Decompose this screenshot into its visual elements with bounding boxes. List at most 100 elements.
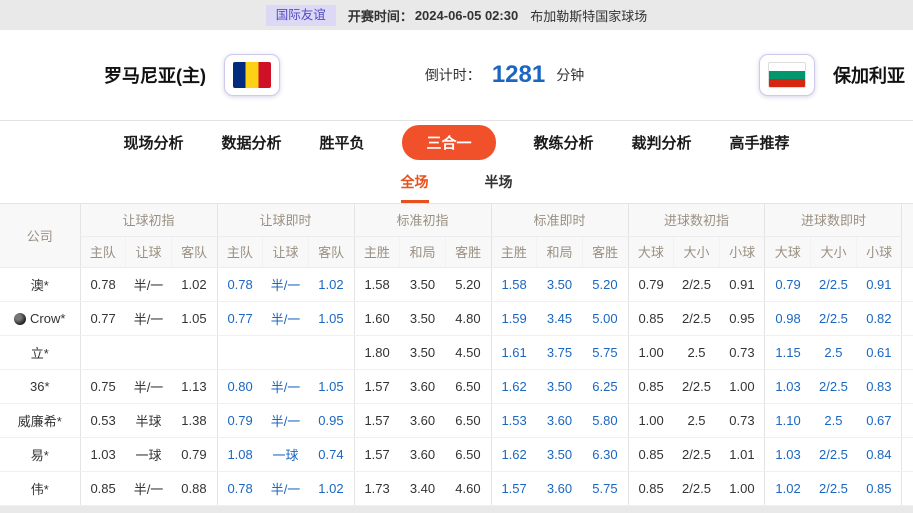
odds-cell: 1.02 <box>308 471 354 505</box>
odds-cell: 2/2.5 <box>674 267 720 301</box>
odds-cell: 0.91 <box>856 267 902 301</box>
odds-cell: 1.59 <box>491 301 537 335</box>
odds-cell: 半/一 <box>126 301 172 335</box>
sub-tab-2[interactable]: 半场 <box>485 164 513 203</box>
odds-cell: 0.88 <box>171 471 217 505</box>
nav-tab-4[interactable]: 三合一 <box>402 125 495 160</box>
odds-cell: 3.60 <box>537 403 583 437</box>
company-name[interactable]: 伟* <box>0 471 80 505</box>
company-name[interactable]: 威廉希* <box>0 403 80 437</box>
odds-cell: 1.00 <box>628 335 674 369</box>
odds-cell: 3.60 <box>400 437 446 471</box>
odds-cell: 1.03 <box>765 437 811 471</box>
col-group-goals-live: 进球数即时 <box>765 204 902 236</box>
odds-cell <box>263 335 309 369</box>
odds-cell: 半/一 <box>126 471 172 505</box>
odds-cell: 1.02 <box>308 267 354 301</box>
odds-cell: 1.62 <box>491 437 537 471</box>
odds-cell: 1.00 <box>719 369 765 403</box>
odds-cell: 半/一 <box>263 267 309 301</box>
company-name[interactable]: 澳* <box>0 267 80 301</box>
odds-cell: 0.79 <box>628 267 674 301</box>
table-row: 36*0.75半/一1.130.80半/一1.051.573.606.501.6… <box>0 369 913 403</box>
col-handicap-initial-2: 让球 <box>126 236 172 267</box>
odds-cell: 2.5 <box>811 403 857 437</box>
clipped-cell <box>902 335 913 369</box>
odds-cell: 1.15 <box>765 335 811 369</box>
odds-cell: 0.85 <box>856 471 902 505</box>
odds-cell: 0.85 <box>628 437 674 471</box>
company-name[interactable]: 36* <box>0 369 80 403</box>
col-group-europe-initial: 标准初指 <box>354 204 491 236</box>
odds-cell: 1.13 <box>171 369 217 403</box>
odds-cell: 1.08 <box>217 437 263 471</box>
col-goals-live-3: 小球 <box>856 236 902 267</box>
odds-cell: 3.45 <box>537 301 583 335</box>
col-group-goals-initial: 进球数初指 <box>628 204 765 236</box>
odds-cell: 1.57 <box>354 403 400 437</box>
header-cols-row: 主队让球客队主队让球客队主胜和局客胜主胜和局客胜大球大小小球大球大小小球 <box>0 236 913 267</box>
col-goals-live-2: 大小 <box>811 236 857 267</box>
kickoff-label: 开赛时间： <box>348 6 413 25</box>
odds-cell: 1.10 <box>765 403 811 437</box>
odds-cell <box>308 335 354 369</box>
table-row: Crow*0.77半/一1.050.77半/一1.051.603.504.801… <box>0 301 913 335</box>
col-handicap-initial-3: 客队 <box>171 236 217 267</box>
odds-cell: 3.75 <box>537 335 583 369</box>
odds-cell: 2/2.5 <box>674 301 720 335</box>
odds-cell: 0.95 <box>308 403 354 437</box>
bottom-strip <box>0 506 913 513</box>
odds-cell: 6.30 <box>582 437 628 471</box>
clipped-cell <box>902 471 913 505</box>
odds-cell: 2/2.5 <box>811 437 857 471</box>
odds-cell: 3.50 <box>537 369 583 403</box>
company-name[interactable]: 易* <box>0 437 80 471</box>
nav-tab-7[interactable]: 高手推荐 <box>730 132 790 153</box>
col-handicap-live-2: 让球 <box>263 236 309 267</box>
sub-tabs: 全场 半场 <box>0 164 913 204</box>
odds-cell: 3.50 <box>537 437 583 471</box>
odds-cell: 2/2.5 <box>674 471 720 505</box>
nav-tab-3[interactable]: 胜平负 <box>319 132 364 153</box>
odds-cell: 1.02 <box>765 471 811 505</box>
header-group-row: 公司 让球初指让球即时标准初指标准即时进球数初指进球数即时 <box>0 204 913 236</box>
odds-cell: 0.74 <box>308 437 354 471</box>
odds-cell: 1.58 <box>491 267 537 301</box>
odds-cell: 3.60 <box>400 403 446 437</box>
odds-cell: 0.83 <box>856 369 902 403</box>
odds-cell: 1.53 <box>491 403 537 437</box>
table-row: 立*1.803.504.501.613.755.751.002.50.731.1… <box>0 335 913 369</box>
odds-cell: 0.85 <box>628 369 674 403</box>
match-info-bar: 国际友谊 开赛时间：2024-06-05 02:30 布加勒斯特国家球场 <box>0 0 913 30</box>
kickoff-time: 2024-06-05 02:30 <box>415 8 518 23</box>
bulgaria-flag-icon <box>768 62 806 88</box>
nav-tab-1[interactable]: 现场分析 <box>123 132 183 153</box>
odds-cell: 1.03 <box>80 437 126 471</box>
odds-cell: 半球 <box>126 403 172 437</box>
nav-tab-2[interactable]: 数据分析 <box>221 132 281 153</box>
odds-cell <box>126 335 172 369</box>
away-team-name: 保加利亚 <box>833 62 905 88</box>
venue: 布加勒斯特国家球场 <box>530 6 647 25</box>
odds-table: 公司 让球初指让球即时标准初指标准即时进球数初指进球数即时 主队让球客队主队让球… <box>0 204 913 506</box>
odds-cell: 3.40 <box>400 471 446 505</box>
home-team-flag <box>224 54 280 96</box>
odds-cell: 5.20 <box>445 267 491 301</box>
countdown-label: 倒计时： <box>425 65 481 85</box>
odds-cell: 1.58 <box>354 267 400 301</box>
odds-cell: 0.73 <box>719 403 765 437</box>
odds-cell: 5.00 <box>582 301 628 335</box>
odds-cell: 0.85 <box>80 471 126 505</box>
company-name[interactable]: 立* <box>0 335 80 369</box>
odds-cell: 0.98 <box>765 301 811 335</box>
nav-tab-6[interactable]: 裁判分析 <box>632 132 692 153</box>
odds-cell: 2.5 <box>674 403 720 437</box>
nav-tab-5[interactable]: 教练分析 <box>534 132 594 153</box>
odds-cell: 5.20 <box>582 267 628 301</box>
sub-tab-1[interactable]: 全场 <box>401 164 429 203</box>
odds-cell: 5.75 <box>582 335 628 369</box>
nav-tabs: 现场分析 数据分析 胜平负 三合一 教练分析 裁判分析 高手推荐 <box>0 120 913 164</box>
odds-cell: 3.50 <box>537 267 583 301</box>
company-name[interactable]: Crow* <box>0 301 80 335</box>
odds-cell: 0.67 <box>856 403 902 437</box>
